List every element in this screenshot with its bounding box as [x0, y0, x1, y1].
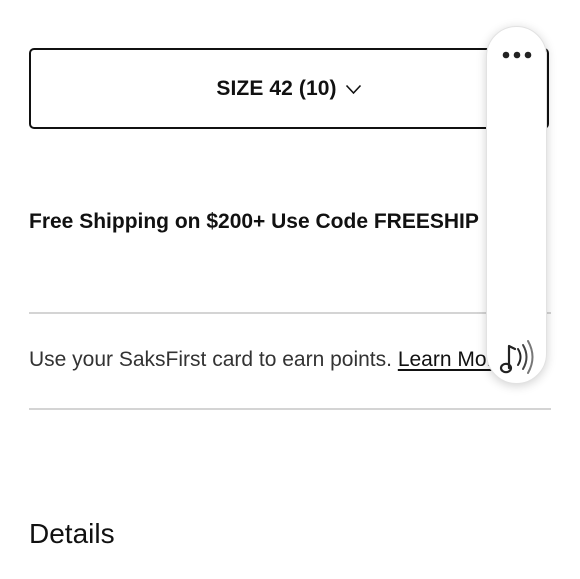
product-page: SIZE 42 (10) Free Shipping on $200+ Use … [0, 0, 580, 579]
saksfirst-promo: Use your SaksFirst card to earn points. … [29, 348, 551, 372]
floating-accessibility-widget[interactable] [486, 26, 547, 384]
shipping-promo-text: Free Shipping on $200+ Use Code FREESHIP [29, 210, 479, 233]
more-horizontal-icon[interactable] [500, 49, 534, 61]
saksfirst-promo-text: Use your SaksFirst card to earn points. [29, 348, 398, 371]
size-selector-button[interactable]: SIZE 42 (10) [29, 48, 549, 129]
divider-top [29, 312, 551, 314]
chevron-down-icon [345, 84, 361, 95]
audio-playback-icon[interactable] [498, 338, 538, 376]
divider-bottom [29, 408, 551, 410]
size-selector-label: SIZE 42 (10) [216, 76, 337, 100]
details-heading: Details [29, 518, 115, 549]
